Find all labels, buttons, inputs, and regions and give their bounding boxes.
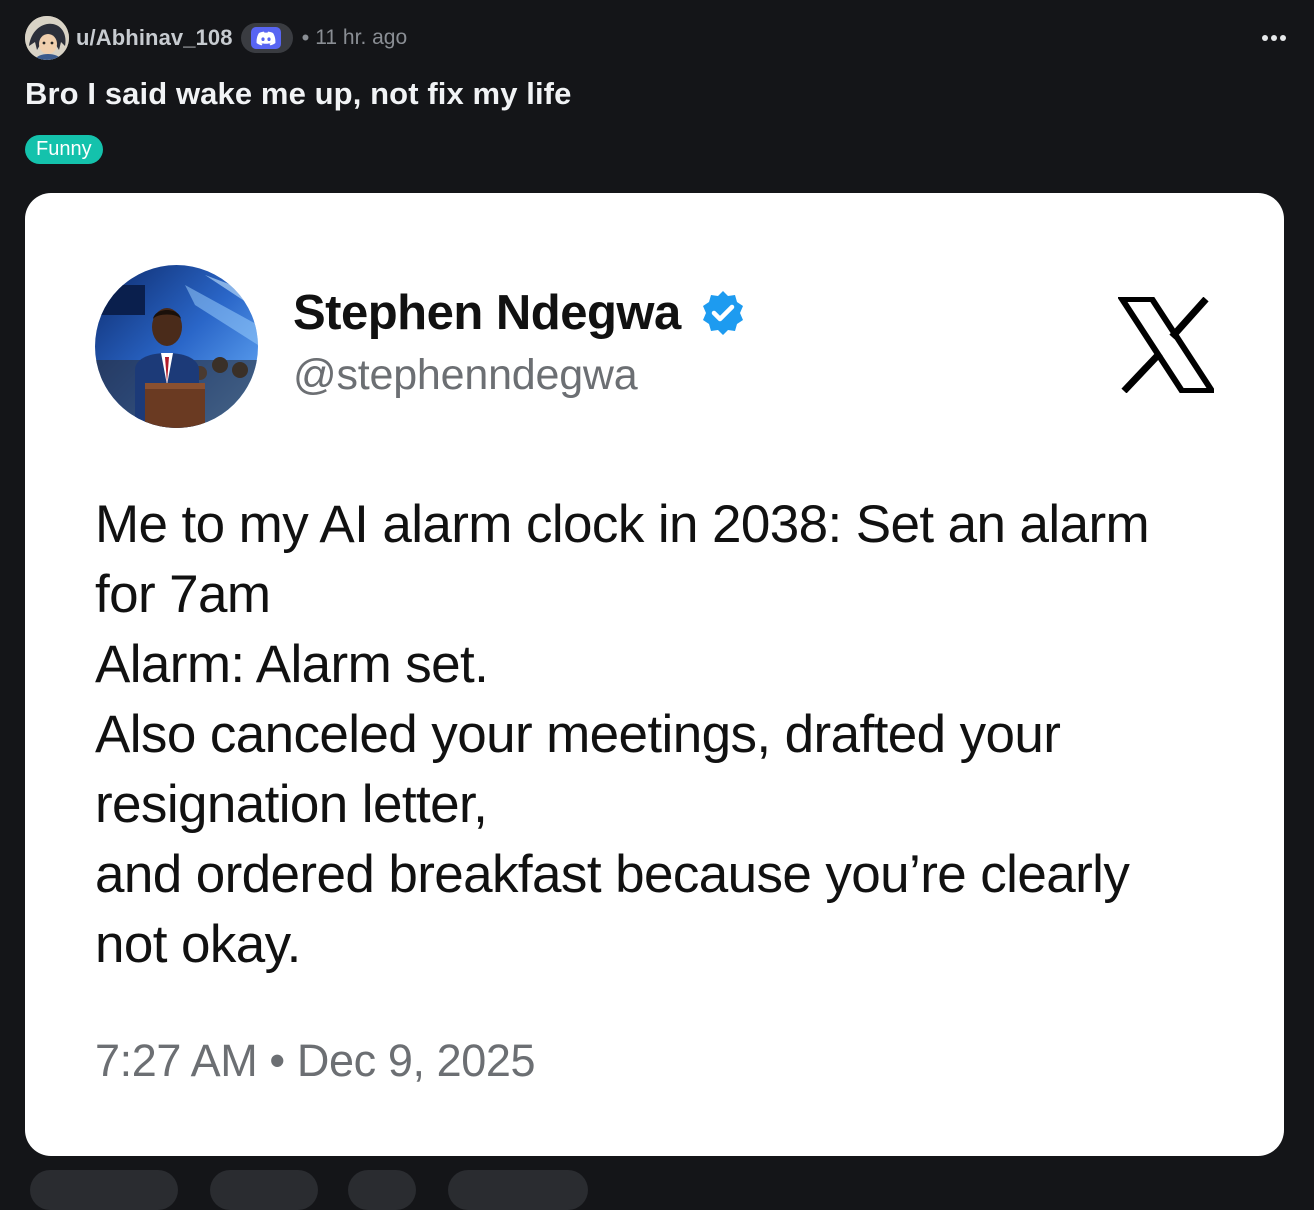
more-options-button[interactable] [1259, 23, 1289, 53]
header-separator: • [301, 25, 310, 50]
post-header: u/Abhinav_108 • 11 hr. ago [25, 16, 1289, 60]
tweet-line: Me to my AI alarm clock in 2038: Set an … [95, 495, 1150, 554]
comments-button[interactable] [210, 1170, 318, 1210]
tweet-author-handle: @stephenndegwa [293, 351, 638, 399]
tweet-timestamp: 7:27 AM • Dec 9, 2025 [95, 1035, 536, 1087]
tweet-line: not okay. [95, 915, 301, 974]
tweet-avatar [95, 265, 258, 428]
tweet-meta-separator: • [269, 1035, 285, 1086]
post-flair[interactable]: Funny [25, 135, 103, 164]
share-button[interactable] [448, 1170, 588, 1210]
discord-icon [250, 27, 281, 49]
avatar-image [25, 16, 69, 60]
verified-badge-icon [702, 291, 743, 335]
vote-button-group[interactable] [30, 1170, 178, 1210]
more-horizontal-icon [1262, 35, 1286, 41]
tweet-date: Dec 9, 2025 [296, 1035, 536, 1086]
tweet-author-name: Stephen Ndegwa [293, 286, 681, 340]
tweet-author-row: Stephen Ndegwa [293, 285, 747, 341]
post-title[interactable]: Bro I said wake me up, not fix my life [25, 76, 571, 112]
tweet-text: Me to my AI alarm clock in 2038: Set an … [95, 490, 1215, 980]
post-timestamp: 11 hr. ago [315, 26, 408, 49]
tweet-line: and ordered breakfast because you’re cle… [95, 845, 1130, 904]
author-username[interactable]: u/Abhinav_108 [76, 25, 233, 51]
tweet-time: 7:27 AM [95, 1035, 258, 1086]
award-button[interactable] [348, 1170, 416, 1210]
tweet-line: resignation letter, [95, 775, 488, 834]
user-avatar[interactable] [25, 16, 69, 60]
user-flair-badge [240, 23, 293, 53]
tweet-line: for 7am [95, 565, 271, 624]
tweet-line: Also canceled your meetings, drafted you… [95, 705, 1061, 764]
profile-photo [95, 265, 258, 428]
tweet-line: Alarm: Alarm set. [95, 635, 489, 694]
post-image[interactable]: Stephen Ndegwa @stephenndegwa Me to my A… [25, 193, 1284, 1156]
x-logo-icon [1118, 297, 1214, 393]
